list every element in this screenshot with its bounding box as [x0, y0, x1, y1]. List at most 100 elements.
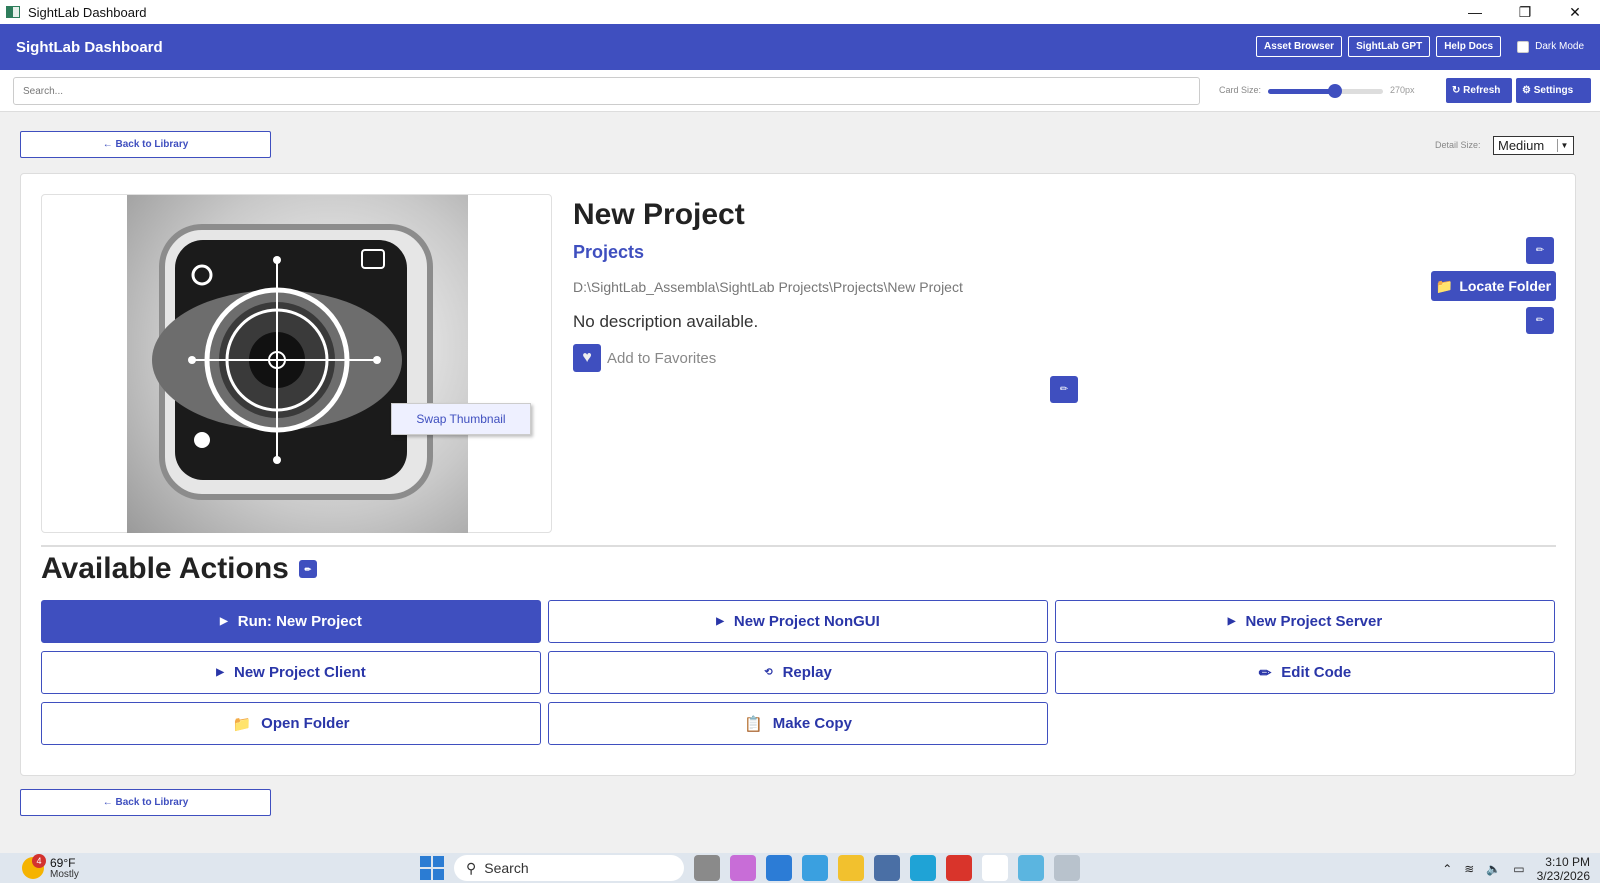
run-server-button[interactable]: ▶ New Project Server: [1055, 600, 1555, 643]
action-label: Open Folder: [261, 715, 350, 732]
detail-size-select[interactable]: Medium ▼: [1493, 136, 1574, 155]
task-view-icon[interactable]: [694, 855, 720, 881]
action-label: Replay: [782, 664, 832, 681]
card-size-slider-thumb[interactable]: [1327, 84, 1342, 98]
notification-badge: 4: [32, 854, 46, 868]
chevron-up-icon[interactable]: ⌃: [1442, 862, 1452, 876]
action-label: Run: New Project: [237, 613, 362, 630]
edge-icon[interactable]: [910, 855, 936, 881]
folder-icon: 📁: [232, 715, 252, 733]
thumbnail-frame: Swap Thumbnail: [41, 194, 552, 533]
make-copy-button[interactable]: 📋 Make Copy: [548, 702, 1048, 745]
replay-button[interactable]: ⟲ Replay: [548, 651, 1048, 694]
window-controls: — ❐ ✕: [1450, 0, 1600, 24]
pencil-icon: ✏: [304, 564, 312, 574]
weather-widget[interactable]: 4 69°F Mostly: [22, 854, 79, 880]
app-icon-monitor[interactable]: [874, 855, 900, 881]
action-label: Edit Code: [1281, 664, 1352, 681]
sightlab-gpt-button[interactable]: SightLab GPT: [1348, 36, 1431, 57]
maximize-icon[interactable]: ❐: [1500, 0, 1550, 24]
action-label: New Project Server: [1245, 613, 1383, 630]
card-size-slider-fill: [1268, 89, 1335, 94]
sightlab-app-icon[interactable]: [1054, 855, 1080, 881]
weather-sun-icon: 4: [22, 854, 46, 879]
add-to-favorites[interactable]: ♥ Add to Favorites: [573, 344, 716, 372]
search-icon: ⚲: [466, 859, 477, 876]
action-label: Make Copy: [772, 715, 852, 732]
locate-folder-label: Locate Folder: [1459, 278, 1552, 294]
copilot-icon[interactable]: [730, 855, 756, 881]
battery-icon[interactable]: ▭: [1513, 862, 1524, 876]
detail-size-label: Detail Size:: [1435, 140, 1481, 150]
app-header: SightLab Dashboard Asset Browser SightLa…: [0, 24, 1600, 70]
edit-favorites-button[interactable]: ✏: [1050, 376, 1078, 403]
clipboard-icon: 📋: [744, 715, 763, 733]
app-icon: [6, 6, 20, 18]
run-nongui-button[interactable]: ▶ New Project NonGUI: [548, 600, 1048, 643]
toolbar: Search... Card Size: 270px ↻ Refresh ⚙ S…: [0, 70, 1600, 112]
play-icon: ▶: [216, 667, 224, 678]
project-thumbnail[interactable]: [127, 195, 468, 533]
refresh-button[interactable]: ↻ Refresh: [1446, 78, 1512, 103]
replay-icon: ⟲: [764, 667, 773, 678]
action-label: New Project Client: [234, 664, 366, 681]
edit-code-button[interactable]: ✏ Edit Code: [1055, 651, 1555, 694]
weather-temp: 69°F: [50, 856, 76, 870]
close-icon[interactable]: ✕: [1550, 0, 1600, 24]
help-docs-button[interactable]: Help Docs: [1436, 36, 1502, 57]
brand-title: SightLab Dashboard: [16, 38, 163, 56]
detail-size-value: Medium: [1498, 138, 1545, 153]
project-category[interactable]: Projects: [573, 242, 644, 263]
clock[interactable]: 3:10 PM 3/23/2026: [1537, 855, 1590, 883]
wifi-icon[interactable]: ≋: [1464, 862, 1474, 876]
volume-icon[interactable]: 🔈: [1486, 862, 1501, 876]
open-folder-button[interactable]: 📁 Open Folder: [41, 702, 541, 745]
edit-actions-button[interactable]: ✏: [298, 560, 317, 578]
favorites-label: Add to Favorites: [607, 349, 717, 367]
play-icon: ▶: [1227, 616, 1236, 627]
section-divider: [41, 545, 1556, 547]
pencil-icon: ✏: [1535, 245, 1545, 256]
os-taskbar: 4 69°F Mostly ⚲ Search ⌃ ≋ 🔈 ▭ 3:10 PM 3…: [0, 853, 1600, 883]
dark-mode-checkbox[interactable]: [1517, 40, 1530, 53]
play-icon: ▶: [220, 616, 228, 627]
available-actions-heading: Available Actions ✏: [41, 552, 317, 586]
file-explorer-icon[interactable]: [838, 855, 864, 881]
pencil-icon: ✏: [1258, 664, 1272, 682]
wps-icon[interactable]: [946, 855, 972, 881]
play-icon: ▶: [716, 616, 724, 627]
project-description: No description available.: [573, 312, 759, 331]
run-client-button[interactable]: ▶ New Project Client: [41, 651, 541, 694]
action-label: New Project NonGUI: [733, 613, 880, 630]
clock-date: 3/23/2026: [1536, 869, 1590, 883]
app-icon-person[interactable]: [802, 855, 828, 881]
clock-time: 3:10 PM: [1545, 855, 1590, 869]
card-size-value: 270px: [1390, 85, 1415, 95]
chevron-down-icon: ▼: [1557, 139, 1571, 152]
window-titlebar: SightLab Dashboard — ❐ ✕: [0, 0, 1600, 24]
taskbar-search[interactable]: ⚲ Search: [454, 855, 684, 881]
search-input[interactable]: Search...: [13, 77, 1200, 105]
vscode-icon[interactable]: [766, 855, 792, 881]
card-size-label: Card Size:: [1219, 85, 1262, 95]
windows-start-icon[interactable]: [420, 856, 444, 880]
locate-folder-button[interactable]: 📁 Locate Folder: [1431, 271, 1556, 301]
dark-mode-toggle[interactable]: Dark Mode: [1517, 40, 1584, 53]
folder-icon: 📁: [1435, 277, 1454, 294]
card-size-slider[interactable]: [1268, 84, 1383, 98]
back-to-library-button[interactable]: ← Back to Library: [20, 131, 271, 158]
swap-thumbnail-menu-item[interactable]: Swap Thumbnail: [391, 403, 531, 435]
edit-description-button[interactable]: ✏: [1526, 307, 1554, 334]
heart-icon[interactable]: ♥: [573, 344, 601, 372]
project-title: New Project: [573, 198, 745, 231]
run-project-button[interactable]: ▶ Run: New Project: [41, 600, 541, 643]
pencil-icon: ✏: [1535, 315, 1545, 326]
pencil-icon: ✏: [1059, 384, 1069, 395]
minimize-icon[interactable]: —: [1450, 0, 1500, 24]
typora-icon[interactable]: [982, 855, 1008, 881]
back-to-library-button-bottom[interactable]: ← Back to Library: [20, 789, 271, 816]
edit-category-button[interactable]: ✏: [1526, 237, 1554, 264]
app-icon-globe[interactable]: [1018, 855, 1044, 881]
asset-browser-button[interactable]: Asset Browser: [1256, 36, 1343, 57]
settings-button[interactable]: ⚙ Settings: [1516, 78, 1591, 103]
